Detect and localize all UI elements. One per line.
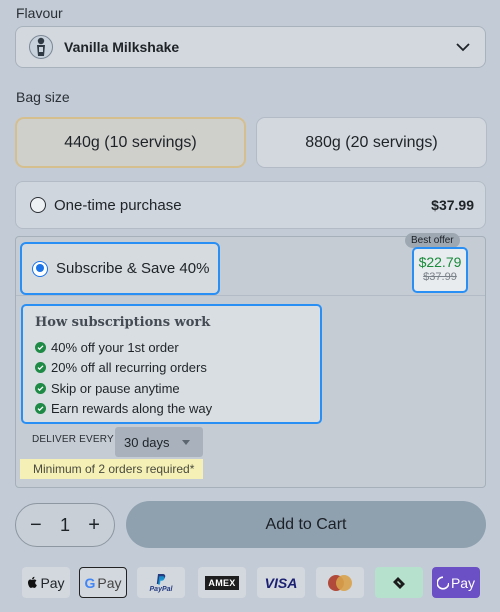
benefit-text: 40% off your 1st order <box>51 339 179 355</box>
check-circle-icon <box>35 341 46 353</box>
one-time-radio[interactable] <box>30 197 46 213</box>
flavour-select[interactable]: Vanilla Milkshake <box>15 26 486 68</box>
subscribe-label: Subscribe & Save 40% <box>56 260 210 277</box>
flavour-label: Flavour <box>16 5 63 21</box>
bag-size-option-880g[interactable]: 880g (20 servings) <box>256 117 487 168</box>
increase-quantity-button[interactable]: + <box>88 515 100 535</box>
benefit-text: Earn rewards along the way <box>51 401 213 417</box>
decrease-quantity-button[interactable]: − <box>30 515 42 535</box>
afterpay-icon <box>375 567 423 598</box>
bag-size-option-440g[interactable]: 440g (10 servings) <box>15 117 246 168</box>
minimum-orders-note: Minimum of 2 orders required* <box>20 459 204 479</box>
paypal-icon: PayPal <box>137 567 185 598</box>
deliver-every-label: DELIVER EVERY <box>32 434 114 445</box>
amex-icon: AMEX <box>198 567 246 598</box>
mastercard-icon <box>316 567 364 598</box>
subscribe-original-price: $37.99 <box>423 271 457 283</box>
one-time-purchase-option[interactable]: One-time purchase $37.99 <box>15 181 486 229</box>
paypal-label: PayPal <box>149 585 173 593</box>
bag-size-label: Bag size <box>16 89 70 105</box>
payment-methods-row: Pay G Pay PayPal AMEX VISA Pay <box>22 567 482 598</box>
benefit-item: Skip or pause anytime <box>35 378 320 399</box>
caret-down-icon <box>182 440 190 445</box>
flavour-thumbnail <box>29 35 53 59</box>
divider <box>16 295 485 296</box>
delivery-frequency-value: 30 days <box>124 434 170 450</box>
check-circle-icon <box>35 362 46 374</box>
opay-label: Pay <box>450 574 476 591</box>
how-subscriptions-work-box: How subscriptions work 40% off your 1st … <box>21 304 322 424</box>
google-pay-label: Pay <box>97 574 122 591</box>
visa-icon: VISA <box>257 567 305 598</box>
how-subscriptions-title: How subscriptions work <box>35 315 211 330</box>
benefit-item: Earn rewards along the way <box>35 399 320 420</box>
subscribe-price: $22.79 <box>418 254 462 270</box>
one-time-price: $37.99 <box>431 197 474 213</box>
opay-icon: Pay <box>432 567 480 598</box>
benefit-item: 40% off your 1st order <box>35 337 320 358</box>
check-circle-icon <box>35 382 46 394</box>
one-time-label: One-time purchase <box>54 196 182 214</box>
check-circle-icon <box>35 403 46 415</box>
benefit-text: Skip or pause anytime <box>51 380 180 396</box>
subscribe-save-option[interactable]: Subscribe & Save 40% <box>20 242 220 295</box>
subscribe-radio[interactable] <box>32 260 48 277</box>
flavour-selected-value: Vanilla Milkshake <box>64 39 180 55</box>
benefit-item: 20% off all recurring orders <box>35 358 320 379</box>
quantity-stepper[interactable]: − 1 + <box>15 503 115 547</box>
subscription-panel: Subscribe & Save 40% Best offer $22.79 $… <box>15 233 486 488</box>
benefit-text: 20% off all recurring orders <box>51 360 207 376</box>
visa-label: VISA <box>264 574 298 591</box>
apple-pay-label: Pay <box>40 574 65 591</box>
quantity-value: 1 <box>59 514 70 535</box>
delivery-frequency-select[interactable]: 30 days <box>115 427 203 457</box>
chevron-down-icon <box>456 43 470 52</box>
apple-pay-icon: Pay <box>22 567 70 598</box>
google-pay-icon: G Pay <box>79 567 127 598</box>
best-offer-badge: Best offer <box>405 233 460 248</box>
add-to-cart-button[interactable]: Add to Cart <box>126 501 486 548</box>
amex-label: AMEX <box>205 575 239 590</box>
subscribe-price-box: $22.79 $37.99 <box>412 247 468 293</box>
